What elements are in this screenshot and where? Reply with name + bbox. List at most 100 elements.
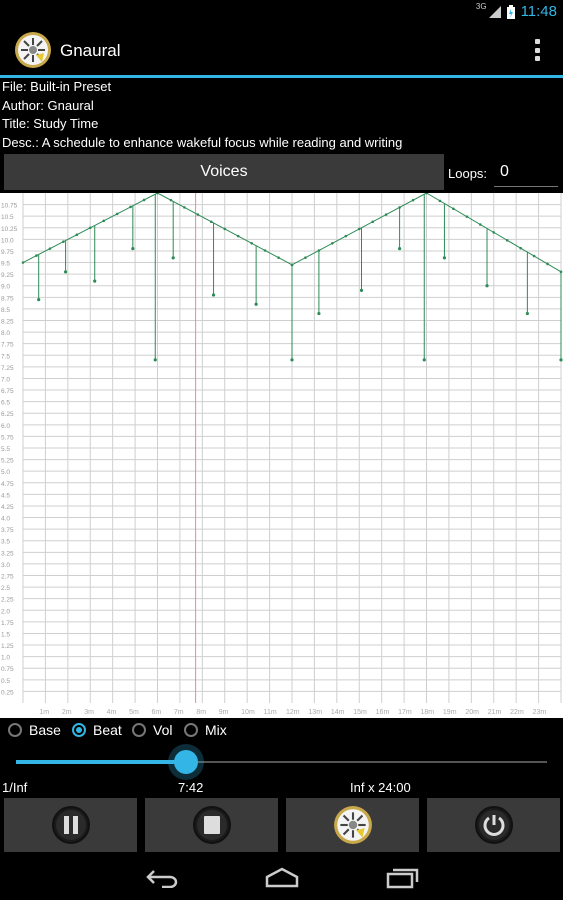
total-time-text: Inf x 24:00 bbox=[350, 780, 411, 795]
x-tick-label: 15m bbox=[353, 709, 367, 716]
beat-point bbox=[236, 234, 240, 238]
beat-point bbox=[371, 220, 375, 224]
stop-icon bbox=[192, 806, 231, 844]
x-tick-label: 20m bbox=[465, 709, 479, 716]
back-button[interactable] bbox=[132, 863, 192, 893]
y-tick-label: 10.75 bbox=[1, 203, 18, 210]
recent-apps-button[interactable] bbox=[372, 863, 432, 893]
x-tick-label: 13m bbox=[308, 709, 322, 716]
y-tick-label: 9.75 bbox=[1, 249, 14, 256]
y-tick-label: 4.0 bbox=[1, 516, 10, 523]
radio-circle[interactable] bbox=[8, 723, 22, 737]
radio-vol[interactable]: Vol bbox=[132, 722, 172, 738]
loops-input[interactable]: 0 bbox=[494, 160, 558, 187]
y-tick-label: 7.5 bbox=[1, 353, 10, 360]
beat-point bbox=[344, 234, 348, 238]
radio-beat[interactable]: Beat bbox=[72, 722, 122, 738]
x-tick-label: 19m bbox=[443, 709, 457, 716]
y-tick-label: 2.5 bbox=[1, 585, 10, 592]
beat-point bbox=[48, 247, 52, 250]
stop-button[interactable] bbox=[145, 798, 278, 852]
beat-point bbox=[169, 198, 173, 202]
signal-icon bbox=[488, 5, 501, 18]
schedule-graph[interactable]: 10.75 10.5 10.25 10.0 9.75 9.5 9.25 9.0 8.75 8.5 8… bbox=[0, 193, 563, 718]
y-tick-label: 4.75 bbox=[1, 481, 14, 488]
y-tick-label: 9.25 bbox=[1, 272, 14, 279]
radio-label: Beat bbox=[93, 722, 122, 738]
power-icon bbox=[474, 806, 513, 844]
spike-point bbox=[559, 358, 563, 362]
voices-button[interactable]: Voices bbox=[4, 154, 444, 190]
beat-point bbox=[357, 227, 361, 231]
y-tick-label: 2.0 bbox=[1, 608, 10, 615]
x-tick-label: 6m bbox=[152, 709, 162, 716]
beat-point bbox=[35, 254, 38, 257]
beat-point bbox=[546, 262, 549, 266]
y-tick-label: 7.25 bbox=[1, 365, 14, 372]
y-tick-label: 8.75 bbox=[1, 295, 14, 302]
beat-point bbox=[75, 233, 79, 237]
seekbar-fill bbox=[16, 760, 186, 764]
y-tick-label: 0.5 bbox=[1, 678, 10, 685]
y-tick-label: 9.5 bbox=[1, 261, 10, 268]
spike-point bbox=[290, 358, 294, 362]
spike-point bbox=[398, 247, 402, 251]
beat-point bbox=[250, 242, 253, 245]
seekbar-thumb[interactable] bbox=[173, 750, 198, 774]
beat-point bbox=[196, 213, 200, 216]
y-tick-label: 3.0 bbox=[1, 562, 10, 569]
y-tick-label: 5.75 bbox=[1, 434, 14, 441]
spike-point bbox=[63, 270, 68, 274]
y-tick-label: 0.25 bbox=[1, 689, 14, 696]
beat-point bbox=[465, 215, 469, 218]
y-tick-label: 1.0 bbox=[1, 655, 10, 662]
beat-point bbox=[411, 198, 415, 202]
gnaural-button[interactable] bbox=[286, 798, 419, 852]
radio-circle[interactable] bbox=[132, 723, 146, 737]
beat-point bbox=[223, 227, 227, 231]
x-tick-label: 21m bbox=[488, 709, 502, 716]
home-button[interactable] bbox=[252, 863, 312, 893]
beat-point bbox=[384, 213, 388, 216]
y-tick-label: 7.0 bbox=[1, 376, 10, 383]
radio-circle[interactable] bbox=[184, 723, 198, 737]
beat-point bbox=[452, 207, 455, 211]
y-tick-label: 8.5 bbox=[1, 307, 10, 314]
author-text: Author: Gnaural bbox=[2, 97, 94, 113]
x-tick-label: 12m bbox=[286, 709, 300, 716]
pause-button[interactable] bbox=[4, 798, 137, 852]
overflow-menu-icon[interactable] bbox=[535, 39, 541, 61]
file-text: File: Built-in Preset bbox=[2, 79, 112, 94]
spike-point bbox=[359, 288, 364, 292]
beat-point bbox=[263, 249, 267, 252]
progress-seekbar[interactable] bbox=[0, 748, 563, 776]
beat-point bbox=[479, 223, 482, 226]
power-button[interactable] bbox=[427, 798, 560, 852]
spike-point bbox=[171, 256, 175, 260]
radio-base[interactable]: Base bbox=[8, 722, 61, 738]
beat-point bbox=[277, 256, 280, 259]
radio-label: Base bbox=[29, 722, 61, 738]
beat-point bbox=[115, 212, 119, 216]
network-type: 3G bbox=[475, 2, 487, 11]
beat-point bbox=[492, 231, 496, 234]
x-tick-label: 5m bbox=[129, 709, 139, 716]
app-title: Gnaural bbox=[60, 41, 121, 60]
y-tick-label: 10.5 bbox=[1, 214, 14, 221]
y-tick-label: 6.5 bbox=[1, 400, 10, 407]
y-tick-label: 5.5 bbox=[1, 446, 10, 453]
loops-value: 0 bbox=[500, 163, 509, 180]
beat-point bbox=[304, 256, 307, 259]
beat-point bbox=[142, 198, 146, 202]
y-tick-label: 2.25 bbox=[1, 597, 14, 604]
radio-mix[interactable]: Mix bbox=[184, 722, 227, 738]
action-bar: Gnaural bbox=[0, 25, 563, 78]
spike-point bbox=[525, 311, 529, 316]
spike-point bbox=[442, 256, 447, 260]
title-text: Title: Study Time bbox=[2, 116, 99, 131]
radio-circle[interactable] bbox=[72, 723, 86, 737]
x-tick-label: 9m bbox=[219, 709, 229, 716]
y-tick-label: 5.0 bbox=[1, 469, 10, 476]
spike-point bbox=[422, 358, 426, 362]
gnaural-logo-icon[interactable] bbox=[14, 31, 52, 69]
